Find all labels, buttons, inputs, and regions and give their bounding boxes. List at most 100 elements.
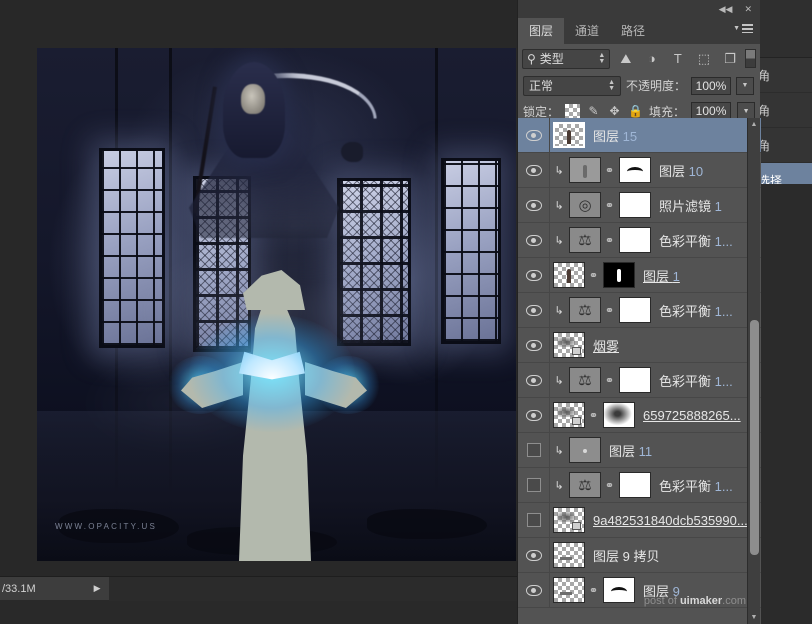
layer-row[interactable]: ↳ ◎ ⚭ 照片滤镜 1 — [518, 187, 761, 223]
layer-row[interactable]: ↳ ⚖ ⚭ 色彩平衡 1... — [518, 362, 761, 398]
layer-name[interactable]: 659725888265... — [643, 408, 741, 423]
layer-visibility-toggle[interactable] — [518, 187, 550, 223]
layer-mask-thumbnail[interactable] — [619, 192, 651, 218]
opacity-chevron-down-icon[interactable]: ▼ — [736, 76, 755, 95]
layer-name[interactable]: 照片滤镜 1 — [659, 196, 722, 215]
lock-position-icon[interactable]: ✥ — [607, 104, 622, 119]
layer-mask-thumbnail[interactable] — [603, 402, 635, 428]
layer-thumbnail[interactable] — [553, 542, 585, 568]
pixel-layer-filter-icon[interactable]: ⛰ — [615, 49, 636, 69]
layer-row[interactable]: ⚭ 图层 1 — [518, 257, 761, 293]
tab-channels[interactable]: 通道 — [564, 18, 610, 44]
layer-mask-thumbnail[interactable] — [603, 262, 635, 288]
mask-link-icon[interactable]: ⚭ — [604, 374, 615, 387]
background-row[interactable]: 角 — [755, 58, 812, 93]
layer-mask-thumbnail[interactable] — [603, 577, 635, 603]
mask-link-icon[interactable]: ⚭ — [588, 584, 599, 597]
layer-visibility-toggle[interactable] — [518, 397, 550, 433]
layer-visibility-toggle[interactable] — [518, 362, 550, 398]
document-image[interactable]: WWW.OPACITY.US — [37, 48, 516, 561]
tab-paths[interactable]: 路径 — [610, 18, 656, 44]
opacity-input[interactable]: 100% — [691, 76, 732, 95]
layer-name[interactable]: 色彩平衡 1... — [659, 371, 733, 390]
layer-visibility-toggle[interactable] — [518, 537, 550, 573]
layer-visibility-toggle[interactable] — [518, 152, 550, 188]
layer-list-scrollbar[interactable]: ▲ ▼ — [747, 118, 760, 624]
layer-row[interactable]: ↳ ⚖ ⚭ 色彩平衡 1... — [518, 222, 761, 258]
layer-row[interactable]: ↳ ⚖ ⚭ 色彩平衡 1... — [518, 467, 761, 503]
type-layer-filter-icon[interactable]: T — [667, 49, 688, 69]
layer-mask-thumbnail[interactable] — [619, 157, 651, 183]
layer-row[interactable]: 烟雾 — [518, 327, 761, 363]
scrollbar-thumb[interactable] — [750, 320, 759, 555]
layer-visibility-toggle[interactable] — [518, 118, 550, 153]
layer-name[interactable]: 色彩平衡 1... — [659, 231, 733, 250]
layer-row[interactable]: 9a482531840dcb535990... — [518, 502, 761, 538]
layer-name[interactable]: 9a482531840dcb535990... — [593, 513, 748, 528]
layer-mask-thumbnail[interactable] — [619, 472, 651, 498]
layer-thumbnail[interactable] — [553, 507, 585, 533]
layer-name[interactable]: 图层 15 — [593, 126, 637, 145]
close-icon[interactable]: ✕ — [744, 4, 752, 15]
photo-filter-thumbnail[interactable]: ◎ — [569, 192, 601, 218]
layer-visibility-toggle[interactable] — [518, 572, 550, 608]
layer-thumbnail[interactable] — [553, 332, 585, 358]
layer-row[interactable]: 图层 15 — [518, 118, 761, 153]
layer-visibility-toggle[interactable] — [518, 222, 550, 258]
mask-link-icon[interactable]: ⚭ — [588, 409, 599, 422]
layer-visibility-toggle[interactable] — [518, 467, 550, 503]
layer-name[interactable]: 图层 1 — [643, 266, 680, 285]
color-balance-thumbnail[interactable]: ⚖ — [569, 227, 601, 253]
lock-all-icon[interactable]: 🔒 — [628, 104, 643, 119]
layer-thumbnail[interactable] — [569, 437, 601, 463]
background-row[interactable]: 角 — [755, 128, 812, 163]
layer-thumbnail[interactable] — [569, 157, 601, 183]
shape-layer-filter-icon[interactable]: ⬚ — [693, 49, 714, 69]
layer-visibility-toggle[interactable] — [518, 502, 550, 538]
background-row[interactable]: 角 — [755, 93, 812, 128]
layer-mask-thumbnail[interactable] — [619, 227, 651, 253]
layer-row[interactable]: ↳ ⚭ 图层 10 — [518, 152, 761, 188]
layer-thumbnail[interactable] — [553, 122, 585, 148]
color-balance-thumbnail[interactable]: ⚖ — [569, 367, 601, 393]
layer-list[interactable]: 图层 15 ↳ ⚭ 图层 10 ↳ ◎ ⚭ 照片滤镜 1 ↳ ⚖ ⚭ 色彩平衡 1... ⚭ 图层 1 ↳ ⚖… — [518, 118, 761, 624]
mask-link-icon[interactable]: ⚭ — [604, 199, 615, 212]
tab-layers[interactable]: 图层 — [518, 18, 565, 44]
layer-visibility-toggle[interactable] — [518, 292, 550, 328]
layer-row[interactable]: ⚭ 659725888265... — [518, 397, 761, 433]
layer-name[interactable]: 图层 9 拷贝 — [593, 546, 659, 565]
layer-row[interactable]: ↳ 图层 11 — [518, 432, 761, 468]
blend-mode-select[interactable]: 正常 ▲ ▼ — [523, 75, 621, 96]
status-expand-arrow-icon[interactable]: ▶ — [94, 583, 101, 594]
layer-mask-thumbnail[interactable] — [619, 367, 651, 393]
mask-link-icon[interactable]: ⚭ — [604, 304, 615, 317]
scroll-down-icon[interactable]: ▼ — [748, 611, 760, 624]
mask-link-icon[interactable]: ⚭ — [604, 164, 615, 177]
layer-name[interactable]: 图层 10 — [659, 161, 703, 180]
filter-type-select[interactable]: ⚲ 类型 ▲ ▼ — [522, 48, 611, 69]
color-balance-thumbnail[interactable]: ⚖ — [569, 297, 601, 323]
layer-name[interactable]: 色彩平衡 1... — [659, 476, 733, 495]
layer-thumbnail[interactable] — [553, 402, 585, 428]
smart-object-filter-icon[interactable]: ❐ — [719, 49, 740, 69]
mask-link-icon[interactable]: ⚭ — [588, 269, 599, 282]
lock-transparent-pixels-icon[interactable] — [565, 103, 581, 119]
layer-name[interactable]: 图层 11 — [609, 441, 652, 460]
collapse-icon[interactable]: ◀◀ — [719, 4, 733, 15]
mask-link-icon[interactable]: ⚭ — [604, 479, 615, 492]
layer-visibility-toggle[interactable] — [518, 257, 550, 293]
color-balance-thumbnail[interactable]: ⚖ — [569, 472, 601, 498]
layer-mask-thumbnail[interactable] — [619, 297, 651, 323]
lock-image-pixels-icon[interactable]: ✎ — [586, 104, 601, 119]
layer-thumbnail[interactable] — [553, 577, 585, 603]
layer-visibility-toggle[interactable] — [518, 432, 550, 468]
filter-enable-toggle[interactable] — [745, 49, 756, 68]
layer-row[interactable]: ↳ ⚖ ⚭ 色彩平衡 1... — [518, 292, 761, 328]
layer-visibility-toggle[interactable] — [518, 327, 550, 363]
panel-menu-button[interactable]: ▼ — [733, 24, 753, 33]
layer-row[interactable]: 图层 9 拷贝 — [518, 537, 761, 573]
layer-name[interactable]: 色彩平衡 1... — [659, 301, 733, 320]
adjustment-layer-filter-icon[interactable]: ◑ — [641, 49, 662, 69]
scroll-up-icon[interactable]: ▲ — [748, 118, 760, 131]
layer-thumbnail[interactable] — [553, 262, 585, 288]
